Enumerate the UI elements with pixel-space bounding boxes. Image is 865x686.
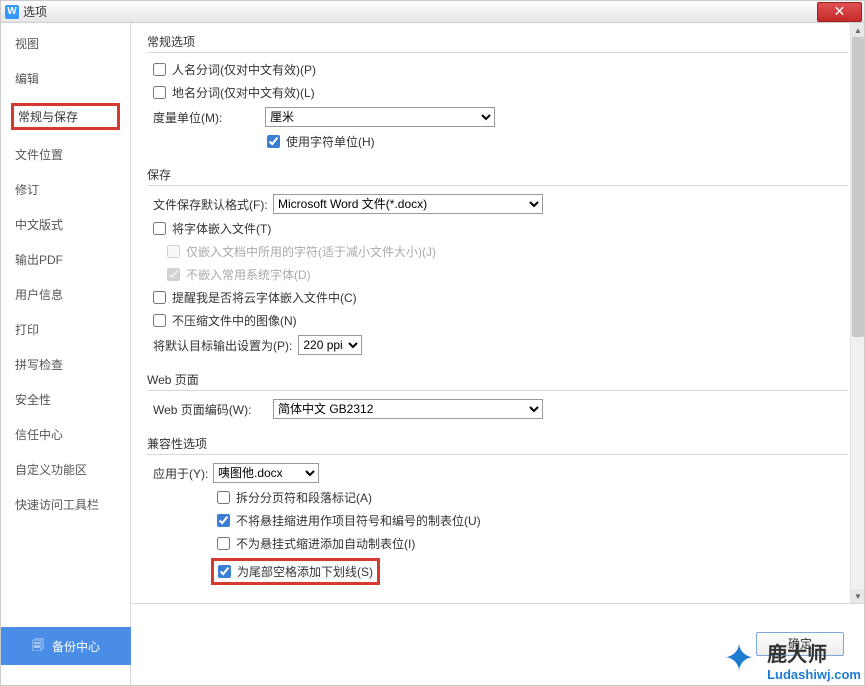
label-no-compress: 不压缩文件中的图像(N): [172, 312, 297, 329]
label-no-auto-tab-hanging: 不为悬挂式缩进添加自动制表位(I): [236, 535, 415, 552]
main-content: 常规选项 人名分词(仅对中文有效)(P) 地名分词(仅对中文有效)(L) 度量单…: [131, 23, 864, 603]
sidebar-item-print[interactable]: 打印: [11, 319, 120, 340]
select-unit[interactable]: 厘米: [265, 107, 495, 127]
scroll-thumb[interactable]: [852, 37, 864, 337]
checkbox-char-unit[interactable]: [267, 135, 280, 148]
label-split-page: 拆分分页符和段落标记(A): [236, 489, 372, 506]
scroll-up-icon[interactable]: ▲: [851, 23, 864, 37]
checkbox-no-hanging-tab[interactable]: [217, 514, 230, 527]
label-file-format: 文件保存默认格式(F):: [153, 196, 273, 213]
section-save-title: 保存: [147, 166, 848, 186]
section-general-title: 常规选项: [147, 33, 848, 53]
label-no-embed-sys: 不嵌入常用系统字体(D): [186, 266, 311, 283]
checkbox-no-embed-sys: [167, 268, 180, 281]
sidebar-item-revisions[interactable]: 修订: [11, 179, 120, 200]
sidebar-item-spellcheck[interactable]: 拼写检查: [11, 354, 120, 375]
close-button[interactable]: ✕: [817, 2, 862, 22]
label-target-output: 将默认目标输出设置为(P):: [153, 337, 292, 354]
scroll-down-icon[interactable]: ▼: [851, 589, 864, 603]
backup-center-button[interactable]: 🗐 备份中心: [1, 627, 131, 665]
sidebar-item-quick-access[interactable]: 快速访问工具栏: [11, 494, 120, 515]
label-remind-cloud-fonts: 提醒我是否将云字体嵌入文件中(C): [172, 289, 357, 306]
select-target-output[interactable]: 220 ppi: [298, 335, 362, 355]
sidebar-item-file-locations[interactable]: 文件位置: [11, 144, 120, 165]
checkbox-no-compress-images[interactable]: [153, 314, 166, 327]
section-compat-title: 兼容性选项: [147, 435, 848, 455]
sidebar-item-edit[interactable]: 编辑: [11, 68, 120, 89]
sidebar-item-user-info[interactable]: 用户信息: [11, 284, 120, 305]
label-apply-to: 应用于(Y):: [153, 465, 213, 482]
sidebar-item-general-save[interactable]: 常规与保存: [11, 103, 120, 130]
watermark-url: Ludashiwj.com: [767, 667, 861, 682]
select-apply-to[interactable]: 咦图他.docx: [213, 463, 319, 483]
section-web-title: Web 页面: [147, 371, 848, 391]
label-unit: 度量单位(M):: [153, 109, 265, 126]
scrollbar[interactable]: ▲ ▼: [850, 23, 864, 603]
label-no-hanging-tab: 不将悬挂缩进用作项目符号和编号的制表位(U): [236, 512, 481, 529]
window-title: 选项: [23, 3, 47, 20]
watermark-title: 鹿大师: [767, 638, 861, 667]
sidebar: 视图 编辑 常规与保存 文件位置 修订 中文版式 输出PDF 用户信息 打印 拼…: [1, 23, 131, 685]
label-place-seg: 地名分词(仅对中文有效)(L): [172, 84, 315, 101]
backup-icon: 🗐: [32, 636, 44, 657]
checkbox-embed-only-used: [167, 245, 180, 258]
sidebar-item-trust-center[interactable]: 信任中心: [11, 424, 120, 445]
watermark: ✦ 鹿大师 Ludashiwj.com: [723, 638, 861, 682]
label-embed-fonts: 将字体嵌入文件(T): [172, 220, 271, 237]
label-web-encoding: Web 页面编码(W):: [153, 401, 273, 418]
label-char-unit: 使用字符单位(H): [286, 133, 375, 150]
sidebar-item-security[interactable]: 安全性: [11, 389, 120, 410]
label-embed-only-used: 仅嵌入文档中所用的字符(适于减小文件大小)(J): [186, 243, 436, 260]
checkbox-embed-fonts[interactable]: [153, 222, 166, 235]
checkbox-person-seg[interactable]: [153, 63, 166, 76]
select-file-format[interactable]: Microsoft Word 文件(*.docx): [273, 194, 543, 214]
select-web-encoding[interactable]: 简体中文 GB2312: [273, 399, 543, 419]
checkbox-place-seg[interactable]: [153, 86, 166, 99]
watermark-icon: ✦: [723, 640, 763, 680]
checkbox-split-page[interactable]: [217, 491, 230, 504]
checkbox-no-auto-tab-hanging[interactable]: [217, 537, 230, 550]
titlebar: W 选项 ✕: [1, 1, 864, 23]
sidebar-item-export-pdf[interactable]: 输出PDF: [11, 249, 120, 270]
label-person-seg: 人名分词(仅对中文有效)(P): [172, 61, 316, 78]
label-trailing-underline: 为尾部空格添加下划线(S): [237, 563, 373, 580]
app-icon: W: [5, 5, 19, 19]
sidebar-item-view[interactable]: 视图: [11, 33, 120, 54]
backup-label: 备份中心: [52, 638, 100, 655]
sidebar-item-customize-ribbon[interactable]: 自定义功能区: [11, 459, 120, 480]
checkbox-remind-cloud-fonts[interactable]: [153, 291, 166, 304]
sidebar-item-chinese-layout[interactable]: 中文版式: [11, 214, 120, 235]
checkbox-trailing-underline[interactable]: [218, 565, 231, 578]
